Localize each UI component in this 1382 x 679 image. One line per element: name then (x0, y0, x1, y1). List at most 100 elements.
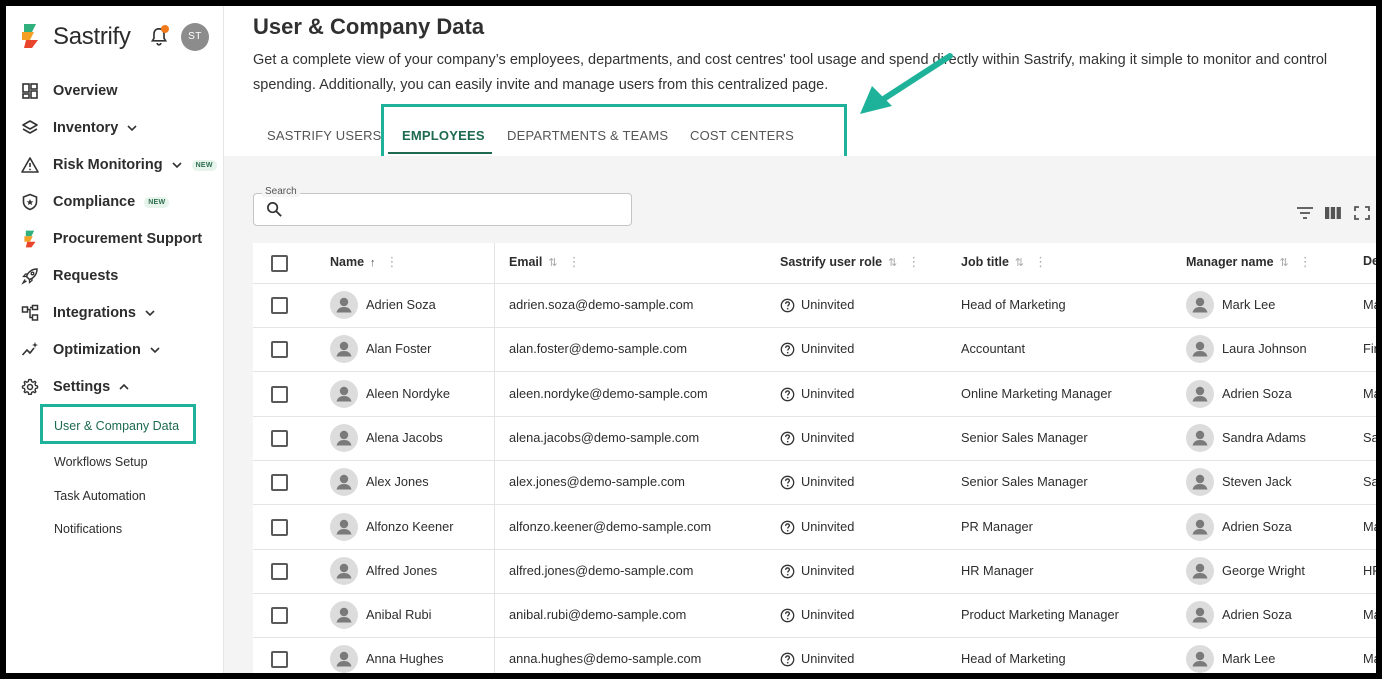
column-header-job-title[interactable]: Job title ⇅ ⋮ (961, 254, 1047, 270)
column-label: Job title (961, 255, 1009, 269)
search-input[interactable] (290, 199, 624, 221)
user-role-status: Uninvited (801, 385, 855, 401)
column-header-email[interactable]: Email ⇅ ⋮ (509, 254, 581, 270)
nav-item-requests[interactable]: Requests (20, 262, 220, 290)
columns-icon[interactable] (1324, 205, 1342, 221)
help-circle-icon (780, 652, 795, 667)
chevron-down-icon (150, 347, 160, 354)
row-checkbox[interactable] (271, 518, 288, 536)
row-checkbox[interactable] (271, 429, 288, 447)
column-menu-icon[interactable]: ⋮ (1299, 254, 1312, 269)
row-checkbox[interactable] (271, 297, 288, 314)
sort-icon[interactable]: ⇅ (1280, 257, 1289, 269)
department: Ma (1363, 518, 1376, 534)
column-label: Sastrify user role (780, 255, 883, 269)
sub-item-notifications[interactable]: Notifications (54, 522, 122, 536)
manager-avatar-icon (1186, 645, 1214, 673)
employee-email: alex.jones@demo-sample.com (509, 474, 685, 490)
employees-table: Name ↑ ⋮ Email ⇅ ⋮ Sastrify user role ⇅ ⋮ Job … (253, 243, 1376, 673)
column-menu-icon[interactable]: ⋮ (907, 254, 920, 269)
department: Ma (1363, 297, 1376, 312)
department: Ma (1363, 651, 1376, 667)
column-header-name[interactable]: Name ↑ ⋮ (330, 254, 399, 270)
employee-name: Alex Jones (366, 474, 429, 490)
user-avatar[interactable]: ST (181, 23, 209, 51)
new-badge: NEW (144, 196, 170, 208)
nav-item-overview[interactable]: Overview (20, 77, 220, 105)
nav-item-risk-monitoring[interactable]: Risk Monitoring NEW (20, 151, 220, 179)
column-menu-icon[interactable]: ⋮ (1034, 254, 1047, 269)
nav-item-settings[interactable]: Settings (20, 373, 220, 401)
select-all-checkbox[interactable] (271, 255, 288, 272)
employee-email: aleen.nordyke@demo-sample.com (509, 385, 708, 401)
employee-email: alfonzo.keener@demo-sample.com (509, 518, 712, 534)
row-checkbox[interactable] (271, 651, 288, 669)
user-role-status: Uninvited (801, 474, 855, 490)
gear-icon (20, 377, 40, 397)
employee-avatar-icon (330, 379, 358, 408)
manager-name: Steven Jack (1222, 474, 1292, 490)
sort-asc-icon[interactable]: ↑ (370, 257, 376, 269)
tab-sastrify-users[interactable]: SASTRIFY USERS (267, 128, 382, 143)
layers-icon (20, 118, 40, 138)
manager-name: Mark Lee (1222, 651, 1276, 667)
nav-label: Inventory (53, 120, 119, 136)
table-row[interactable]: Alfred Jones alfred.jones@demo-sample.com… (253, 549, 1376, 594)
table-row[interactable]: Anna Hughes anna.hughes@demo-sample.com Un… (253, 637, 1376, 673)
sub-item-user-company-data[interactable]: User & Company Data (40, 404, 196, 444)
sub-item-task-automation[interactable]: Task Automation (54, 489, 146, 503)
sort-icon[interactable]: ⇅ (888, 257, 897, 269)
nav-item-compliance[interactable]: Compliance NEW (20, 188, 220, 216)
column-header-department[interactable]: De (1363, 254, 1376, 268)
nav-item-inventory[interactable]: Inventory (20, 114, 220, 142)
table-row[interactable]: Alex Jones alex.jones@demo-sample.com Unin… (253, 460, 1376, 506)
manager-name: Adrien Soza (1222, 518, 1292, 534)
employee-email: anibal.rubi@demo-sample.com (509, 607, 687, 623)
row-checkbox[interactable] (271, 607, 288, 625)
app-name[interactable]: Sastrify (53, 23, 131, 51)
fullscreen-icon[interactable] (1353, 205, 1371, 221)
table-row[interactable]: Alena Jacobs alena.jacobs@demo-sample.com… (253, 416, 1376, 461)
table-header: Name ↑ ⋮ Email ⇅ ⋮ Sastrify user role ⇅ ⋮ Job … (253, 243, 1376, 284)
manager-name: Sandra Adams (1222, 429, 1306, 445)
manager-avatar-icon (1186, 601, 1214, 630)
employee-avatar-icon (330, 645, 358, 673)
employee-name: Alfred Jones (366, 562, 438, 578)
nav-item-optimization[interactable]: Optimization (20, 336, 220, 364)
nav-item-integrations[interactable]: Integrations (20, 299, 220, 327)
column-menu-icon[interactable]: ⋮ (386, 254, 399, 269)
main-content: User & Company Data Get a complete view … (224, 6, 1376, 673)
search-field[interactable]: Search (253, 186, 632, 226)
table-row[interactable]: Aleen Nordyke aleen.nordyke@demo-sample.c… (253, 372, 1376, 417)
manager-avatar-icon (1186, 291, 1214, 319)
sastrify-logo-icon[interactable] (20, 22, 40, 50)
user-role-status: Uninvited (801, 297, 855, 312)
filter-icon[interactable] (1296, 205, 1314, 221)
nav-label: Compliance (53, 194, 136, 210)
row-checkbox[interactable] (271, 562, 288, 580)
table-row[interactable]: Alfonzo Keener alfonzo.keener@demo-sample… (253, 505, 1376, 550)
column-header-user-role[interactable]: Sastrify user role ⇅ ⋮ (780, 254, 920, 270)
warning-icon (20, 155, 40, 175)
notification-dot (161, 25, 169, 33)
table-row[interactable]: Alan Foster alan.foster@demo-sample.com Un… (253, 327, 1376, 373)
nav-label: Integrations (53, 305, 136, 321)
table-row[interactable]: Anibal Rubi anibal.rubi@demo-sample.com Un… (253, 593, 1376, 639)
manager-avatar-icon (1186, 335, 1214, 364)
column-header-manager[interactable]: Manager name ⇅ ⋮ (1186, 254, 1312, 270)
department: Sa (1363, 474, 1376, 490)
page-title: User & Company Data (253, 14, 485, 39)
sort-icon[interactable]: ⇅ (1015, 257, 1024, 269)
row-checkbox[interactable] (271, 474, 288, 492)
row-checkbox[interactable] (271, 341, 288, 359)
job-title: Online Marketing Manager (961, 385, 1112, 401)
table-row[interactable]: Adrien Soza adrien.soza@demo-sample.com Un… (253, 283, 1376, 328)
sub-item-workflows-setup[interactable]: Workflows Setup (54, 455, 148, 469)
job-title: Product Marketing Manager (961, 607, 1119, 623)
column-menu-icon[interactable]: ⋮ (568, 254, 581, 269)
employee-name: Anibal Rubi (366, 607, 432, 623)
row-checkbox[interactable] (271, 385, 288, 403)
nav-item-procurement-support[interactable]: Procurement Support (20, 225, 220, 253)
manager-name: Adrien Soza (1222, 385, 1292, 401)
sort-icon[interactable]: ⇅ (548, 257, 557, 269)
